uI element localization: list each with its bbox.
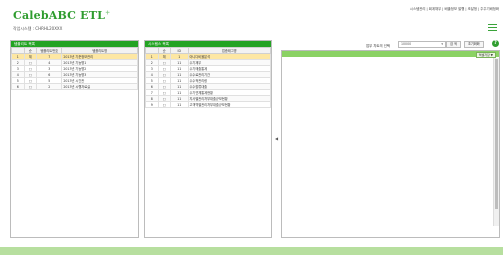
cell-num: 9 <box>145 101 159 108</box>
result-toolbar: 엑셀저장 ▼ <box>282 51 499 58</box>
session-info: 작업시스템 : CHRHL20XXX <box>13 26 63 31</box>
app-logo[interactable]: CalebABC ETL+ <box>13 9 110 22</box>
logo-text: CalebABC ETL <box>13 9 106 22</box>
result-panel: 엑셀저장 ▼ <box>281 50 500 238</box>
footer-bar <box>0 247 503 255</box>
system-list-panel: 시스템스 목록 순 ID 업종태그명 1 체 1 아니다비율분석 2 □ 11 수기재무 3 □ 11 수… <box>144 40 272 238</box>
logo-mark: + <box>105 9 111 17</box>
template-list-panel: 템플리트 목록 순 템플리트번호 템플리트명 1 체 7 2013년 기준정보관리 2 □ 4 2… <box>10 40 139 238</box>
cell-chk[interactable]: □ <box>23 83 38 90</box>
table-row[interactable]: 9 □ 11 고객역별관리처부대출규모현황 <box>145 101 271 108</box>
reset-button[interactable]: 초기화화 <box>464 41 484 48</box>
system-table: 순 ID 업종태그명 1 체 1 아니다비율분석 2 □ 11 수기재무 3 □ 11 수기매출통계 4 □ 1… <box>145 47 271 108</box>
chevron-down-icon: ▾ <box>441 42 443 46</box>
cell-num: 6 <box>11 83 25 90</box>
cell-name: 고객역별관리처부대출규모현황 <box>187 101 271 108</box>
cell-chk[interactable]: □ <box>157 101 171 108</box>
cell-name: 2013년 시행자료실 <box>61 83 138 90</box>
cell-id: 11 <box>170 101 189 108</box>
top-nav[interactable]: 시스템관리 | 회계채무 | 배출정보 발행 | 조달청 | 주주기배정화 <box>410 6 499 11</box>
menu-icon[interactable] <box>488 24 497 31</box>
scrollbar-thumb[interactable] <box>495 59 498 209</box>
help-icon[interactable]: ? <box>492 40 499 47</box>
template-table: 순 템플리트번호 템플리트명 1 체 7 2013년 기준정보관리 2 □ 4 2013년 기능명… <box>11 47 138 90</box>
move-left-arrow-icon[interactable]: ◀ <box>275 136 278 141</box>
table-row[interactable]: 6 □ 2 2013년 시행자료실 <box>11 83 138 90</box>
chart-select-value: 10000 <box>401 42 412 46</box>
chart-select[interactable]: 10000 ▾ <box>398 41 446 48</box>
search-button[interactable]: 검 색 <box>446 41 461 48</box>
chart-select-label: 업무 차트의 선택 <box>366 44 390 48</box>
cell-id: 2 <box>36 83 63 90</box>
vertical-scrollbar[interactable] <box>493 58 499 226</box>
